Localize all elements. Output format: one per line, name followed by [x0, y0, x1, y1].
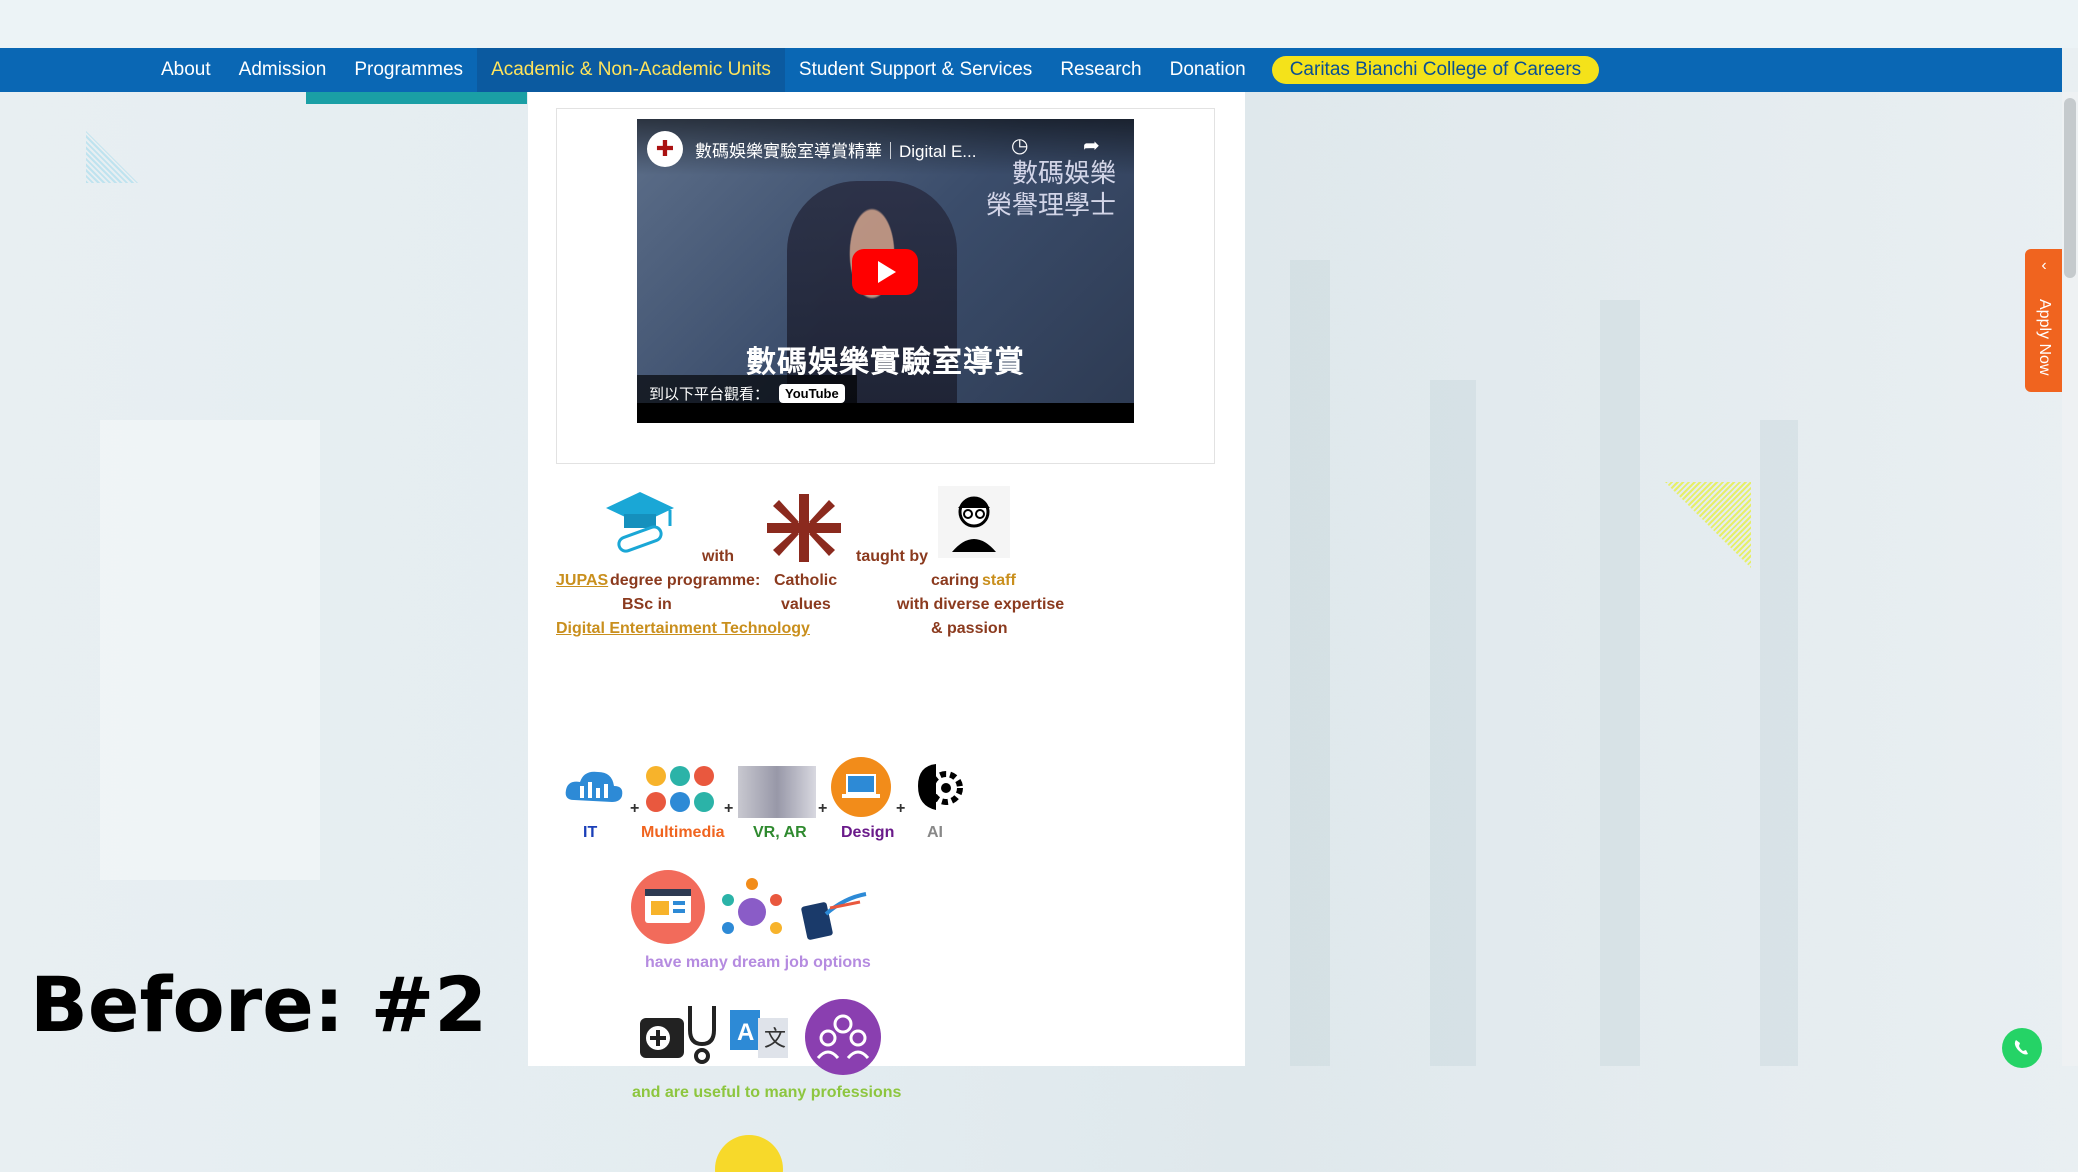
programme-name-link[interactable]: Digital Entertainment Technology	[556, 620, 810, 638]
bsc-in-text: BSc in	[622, 596, 672, 613]
values-text: values	[781, 596, 831, 613]
plus-1: +	[630, 800, 640, 817]
caritas-cross-icon	[767, 494, 841, 562]
smiley-icon	[715, 1135, 783, 1172]
video-title[interactable]: 數碼娛樂實驗室導賞精華｜Digital E...	[695, 137, 976, 162]
video-container: ✚ 數碼娛樂實驗室導賞精華｜Digital E... ◷ ➦ 數碼娛樂 榮譽理學…	[556, 108, 1215, 464]
channel-logo-icon[interactable]: ✚	[647, 131, 683, 167]
skill-multimedia: Multimedia	[641, 824, 725, 841]
catholic-text: Catholic	[774, 572, 838, 589]
diverse-expertise-text: with diverse expertise	[897, 596, 1065, 613]
dream-job-text: have many dream job options	[645, 954, 871, 971]
share-icon[interactable]: ➦	[1083, 133, 1100, 158]
svg-text:A: A	[737, 1019, 754, 1046]
graduation-cap-icon	[606, 492, 674, 553]
plus-4: +	[896, 800, 906, 817]
medical-kit-icon	[640, 1006, 716, 1064]
nav-about[interactable]: About	[147, 48, 225, 92]
professions-text: and are useful to many professions	[632, 1084, 902, 1101]
people-group-icon	[805, 999, 881, 1075]
decor-triangle-left	[86, 131, 138, 183]
background-pillar	[1600, 300, 1640, 1066]
background-pillar	[1430, 380, 1476, 1066]
web-design-icon	[631, 870, 705, 944]
translate-icon: A 文	[730, 1010, 788, 1058]
skill-design: Design	[841, 824, 895, 841]
background-pillar	[1290, 260, 1330, 1066]
jupas-link[interactable]: JUPAS	[556, 572, 608, 590]
phone-icon	[2014, 1040, 2028, 1055]
decor-triangle-right	[1665, 482, 1751, 568]
tablet-drawing-icon	[801, 892, 867, 940]
watch-on-youtube[interactable]: 到以下平台觀看： YouTube	[637, 375, 857, 411]
chevron-left-icon: ‹	[2041, 257, 2047, 274]
nav-student-support[interactable]: Student Support & Services	[785, 48, 1046, 92]
professional-network-icon	[722, 878, 782, 934]
passion-text: & passion	[931, 620, 1008, 637]
teal-accent-strip	[306, 92, 527, 104]
scrollbar-thumb[interactable]	[2064, 98, 2076, 278]
background-panel	[100, 420, 320, 880]
skill-it: IT	[583, 824, 598, 841]
whatsapp-icon[interactable]	[2002, 1028, 2042, 1068]
watch-later-icon[interactable]: ◷	[1011, 133, 1028, 158]
nav-research[interactable]: Research	[1046, 48, 1155, 92]
taught-by-text: taught by	[856, 548, 928, 565]
video-overlay-text: 數碼娛樂 榮譽理學士	[985, 158, 1116, 220]
main-navbar: About Admission Programmes Academic & No…	[0, 48, 2062, 92]
ai-brain-gear-icon	[918, 764, 963, 810]
staff-link[interactable]: staff	[982, 572, 1016, 590]
teacher-icon	[938, 486, 1010, 558]
plus-2: +	[724, 800, 734, 817]
caring-text: caring	[931, 572, 980, 589]
nav-caritas-bianchi-button[interactable]: Caritas Bianchi College of Careers	[1271, 56, 1600, 84]
nav-academic-units[interactable]: Academic & Non-Academic Units	[477, 48, 785, 92]
with-text: with	[702, 548, 734, 565]
skill-vr-ar: VR, AR	[753, 824, 807, 841]
play-button[interactable]	[852, 249, 918, 295]
design-laptop-icon	[831, 757, 891, 817]
skill-ai: AI	[927, 824, 943, 841]
degree-programme-text: degree programme:	[610, 572, 761, 589]
cloud-computing-icon	[565, 771, 623, 802]
nav-donation[interactable]: Donation	[1156, 48, 1260, 92]
top-background	[0, 0, 2078, 48]
multimedia-icon	[646, 766, 714, 812]
vr-headset-photo	[738, 766, 816, 818]
plus-3: +	[818, 800, 828, 817]
youtube-logo-icon: YouTube	[779, 383, 845, 403]
nav-programmes[interactable]: Programmes	[340, 48, 477, 92]
youtube-video-player[interactable]: ✚ 數碼娛樂實驗室導賞精華｜Digital E... ◷ ➦ 數碼娛樂 榮譽理學…	[637, 119, 1134, 423]
background-pillar	[1760, 420, 1798, 1066]
before-overlay-label: Before: #2	[30, 960, 488, 1049]
svg-text:文: 文	[764, 1027, 786, 1052]
apply-now-label: Apply Now	[2036, 299, 2053, 376]
nav-admission[interactable]: Admission	[225, 48, 341, 92]
content-panel: ✚ 數碼娛樂實驗室導賞精華｜Digital E... ◷ ➦ 數碼娛樂 榮譽理學…	[528, 92, 1245, 1172]
apply-now-tab[interactable]: ‹ Apply Now	[2025, 249, 2063, 392]
